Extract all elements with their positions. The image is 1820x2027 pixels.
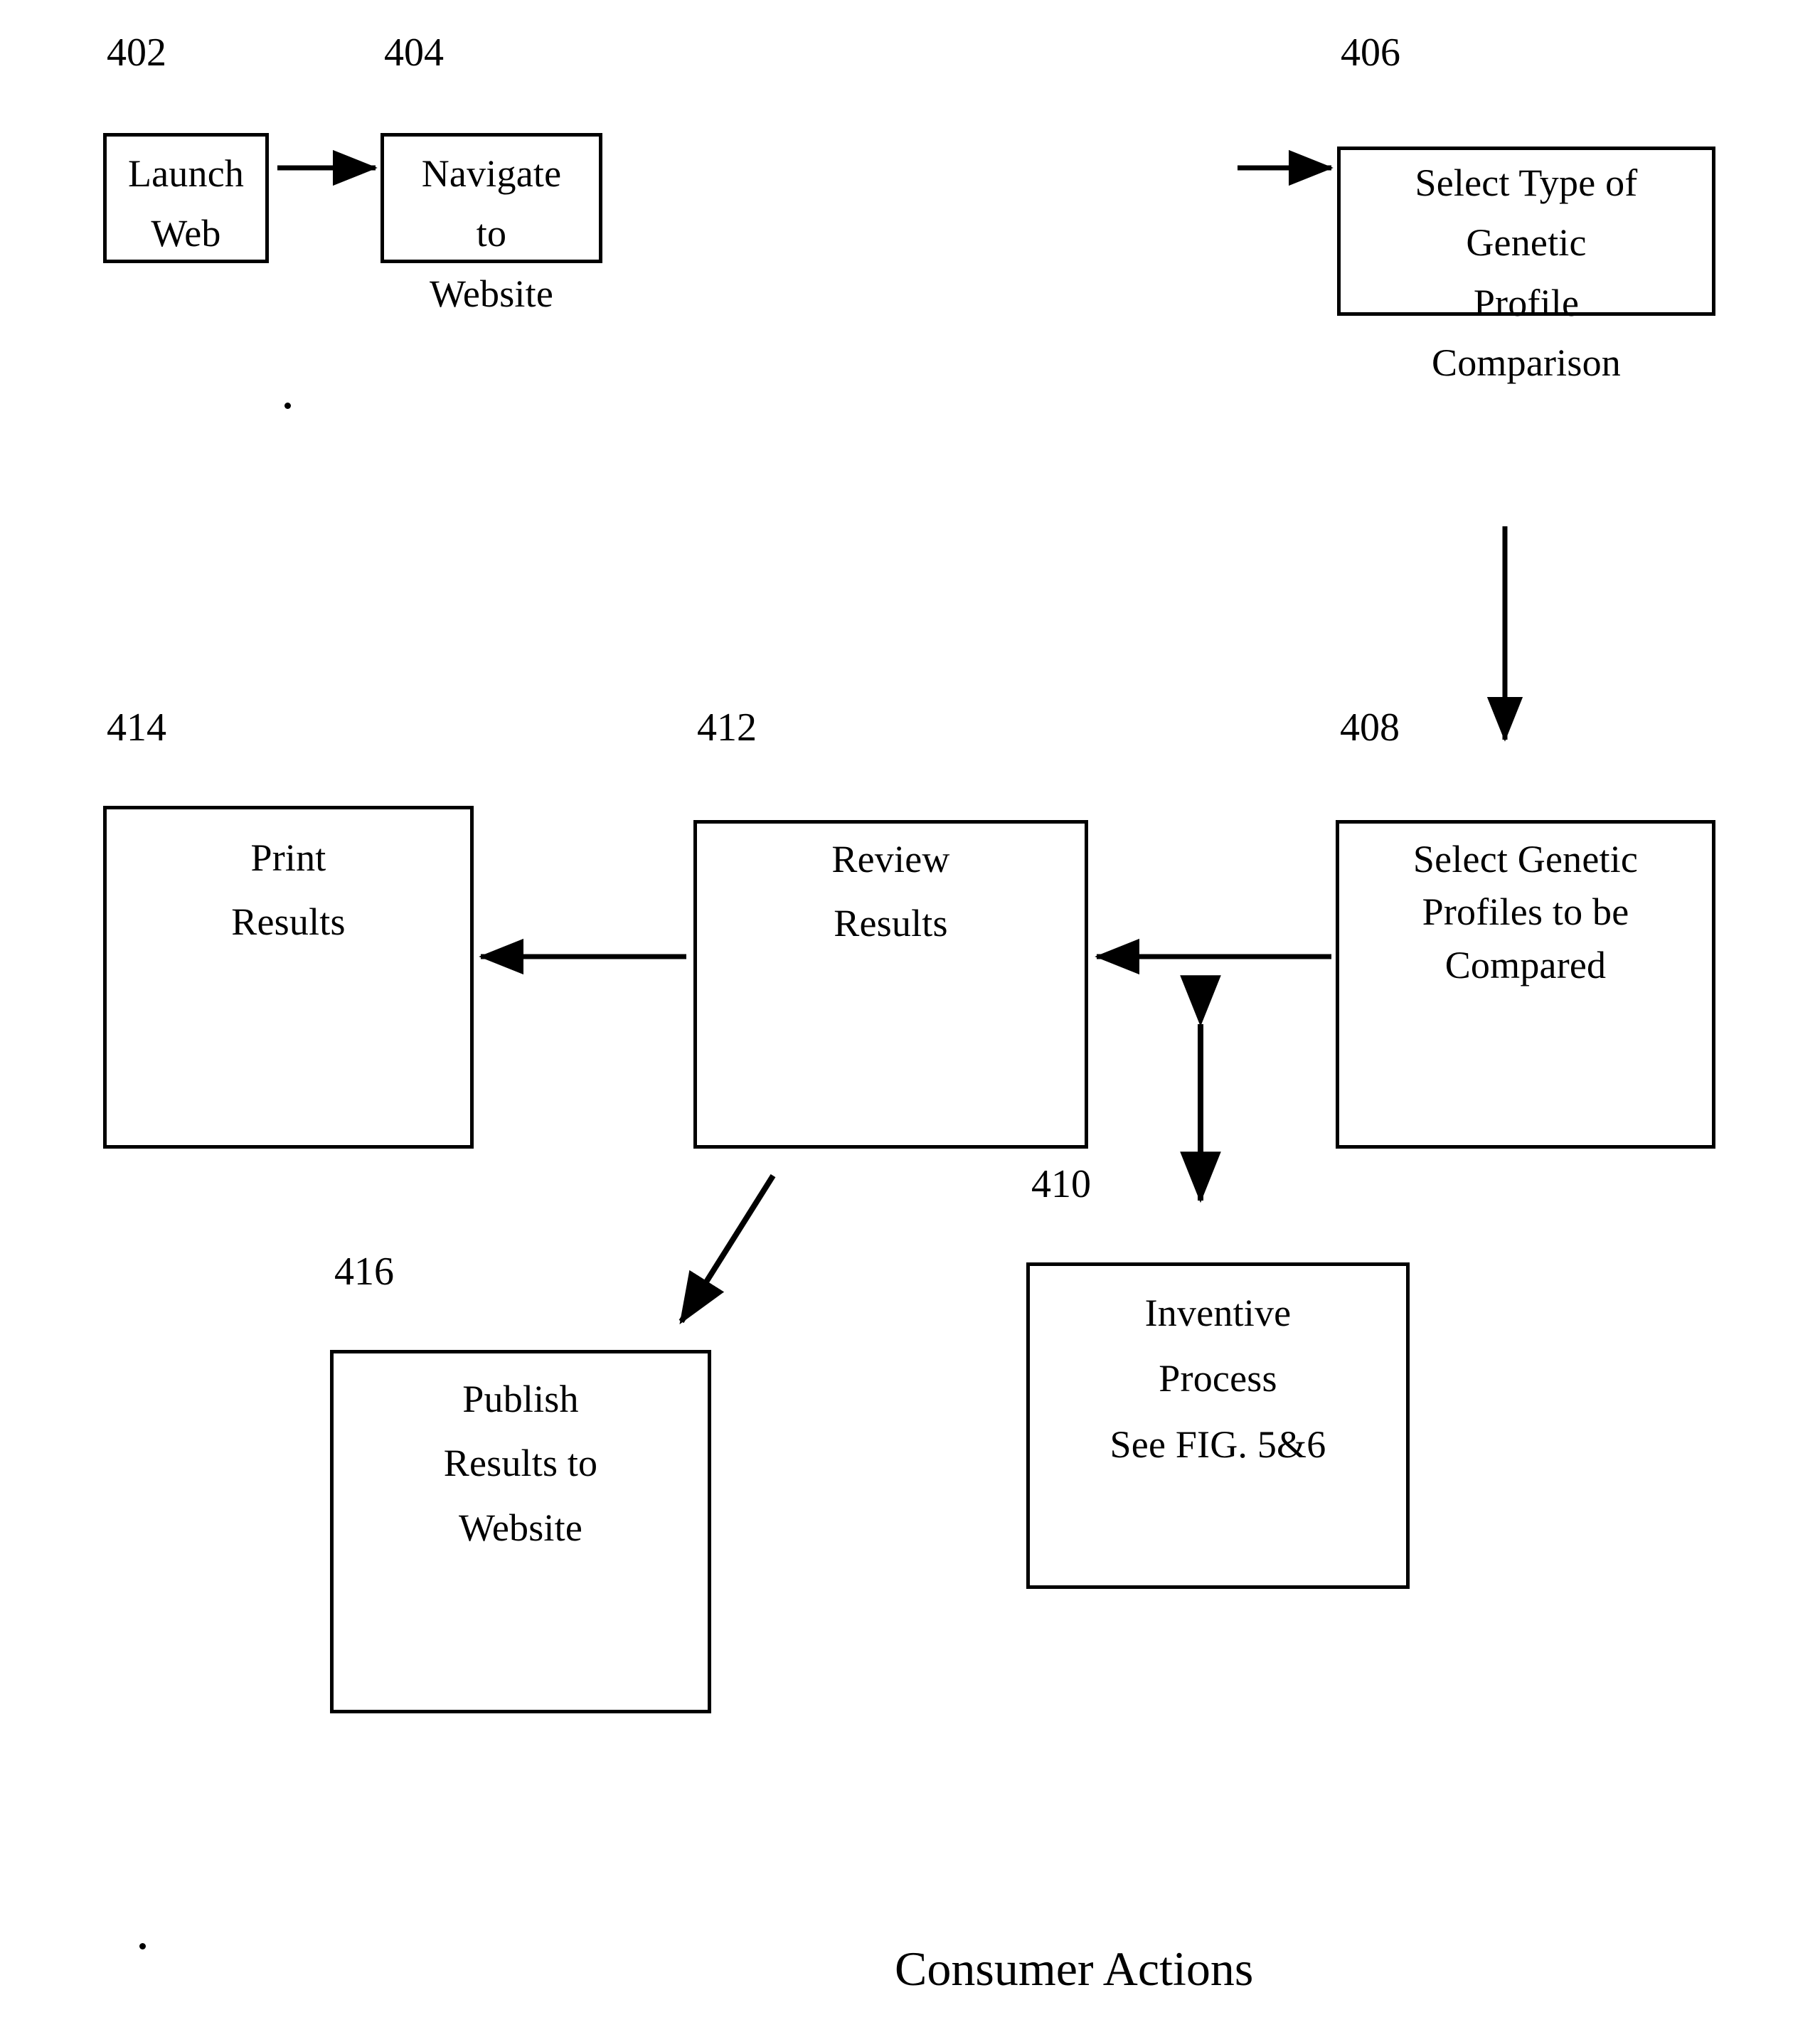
node-box-410-inventive-process[interactable]: Inventive Process See FIG. 5&6	[1026, 1262, 1410, 1589]
node-box-414-print-results[interactable]: Print Results	[103, 806, 474, 1149]
arrow-412-to-416	[678, 1174, 776, 1325]
ref-label-416: 416	[334, 1250, 394, 1294]
figure-caption: Consumer Actions	[895, 1942, 1254, 1996]
scan-speck	[139, 1943, 146, 1949]
node-line: Profiles to be	[1422, 890, 1629, 934]
ref-label-410: 410	[1031, 1162, 1091, 1206]
node-line: Genetic	[1466, 221, 1587, 265]
node-line: Results	[231, 900, 346, 944]
node-line: Launch	[127, 152, 245, 195]
node-line: Website	[430, 272, 553, 315]
node-line: Inventive	[1144, 1292, 1292, 1334]
node-line: Navigate	[421, 152, 562, 195]
node-line: Select Type of	[1415, 161, 1638, 204]
figure-canvas: 402 404 406 408 410 412 414 416 Launch W…	[0, 0, 1820, 2027]
node-line: to	[476, 212, 507, 255]
node-line: Profile	[1473, 281, 1580, 324]
ref-label-408: 408	[1340, 706, 1400, 750]
ref-label-404: 404	[384, 31, 444, 75]
node-box-402-launch-web[interactable]: Launch Web	[103, 133, 269, 263]
node-line: Website	[459, 1506, 582, 1549]
ref-label-414: 414	[107, 706, 166, 750]
node-line: Compared	[1444, 943, 1607, 986]
ref-label-406: 406	[1341, 31, 1400, 75]
node-box-406-select-type-of-genetic-profile-comparison[interactable]: Select Type of Genetic Profile Compariso…	[1337, 147, 1715, 384]
ref-label-412: 412	[697, 706, 757, 750]
node-box-408-select-genetic-profiles-to-be-compared[interactable]: Select Genetic Profiles to be Compared	[1336, 820, 1715, 1149]
node-line: Select Genetic	[1412, 838, 1639, 881]
node-box-416-publish-results-to-website[interactable]: Publish Results to Website	[330, 1350, 711, 1713]
scan-speck	[284, 403, 291, 409]
node-line: Comparison	[1432, 341, 1621, 385]
node-line: Results	[834, 902, 948, 945]
node-line: Publish	[462, 1378, 579, 1420]
node-line: Process	[1159, 1357, 1277, 1400]
node-line: Review	[831, 838, 950, 881]
node-line: Web	[151, 212, 221, 255]
node-line: Print	[250, 836, 326, 879]
ref-label-402: 402	[107, 31, 166, 75]
node-box-404-navigate-to-website[interactable]: Navigate to Website	[381, 133, 602, 315]
node-line: See FIG. 5&6	[1109, 1422, 1326, 1466]
node-line: Results to	[443, 1442, 598, 1485]
node-box-412-review-results[interactable]: Review Results	[693, 820, 1088, 1149]
